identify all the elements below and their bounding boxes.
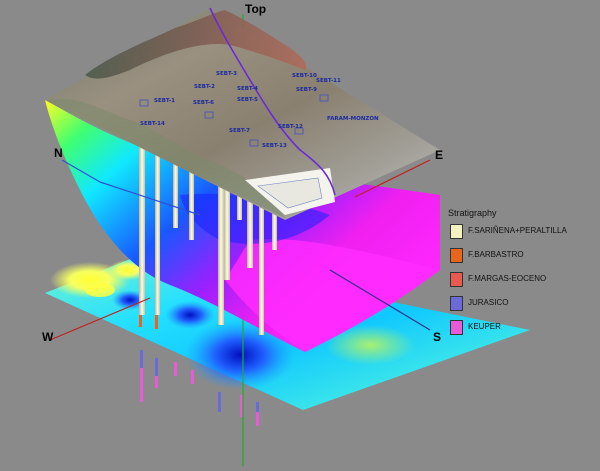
- well-label: SEBT-11: [316, 78, 341, 84]
- direction-top-label: Top: [245, 2, 267, 16]
- legend-item: F.SARIÑENA+PERALTILLA: [448, 224, 588, 248]
- well-label: SEBT-5: [237, 97, 258, 103]
- well-label: SEBT-7: [229, 128, 250, 134]
- legend-item: F.MARGAS-EOCENO: [448, 272, 588, 296]
- legend-label: KEUPER: [468, 322, 501, 331]
- well-label: SEBT-13: [262, 143, 287, 149]
- legend-title: Stratigraphy: [448, 208, 497, 218]
- direction-north-label: N: [54, 146, 63, 160]
- direction-south-label: S: [433, 330, 442, 344]
- legend-swatch: [450, 224, 463, 239]
- stratigraphy-legend: Stratigraphy F.SARIÑENA+PERALTILLA F.BAR…: [448, 208, 588, 344]
- direction-west-label: W: [42, 330, 54, 344]
- well-label: SEBT-6: [193, 100, 214, 106]
- well-label: SEBT-3: [216, 71, 237, 77]
- direction-east-label: E: [435, 148, 444, 162]
- geological-3d-model: SEBT-2 SEBT-10 SEBT-3 SEBT-4 SEBT-1 SEBT…: [0, 0, 600, 466]
- legend-label: JURASICO: [468, 298, 509, 307]
- legend-label: F.BARBASTRO: [468, 250, 524, 259]
- well-label: SEBT-4: [237, 86, 258, 92]
- legend-swatch: [450, 320, 463, 335]
- legend-item: F.BARBASTRO: [448, 248, 588, 272]
- legend-swatch: [450, 296, 463, 311]
- well-label: SEBT-10: [292, 73, 317, 79]
- fault-label: FARAM-MONZON: [327, 116, 379, 122]
- well-label: SEBT-2: [194, 84, 215, 90]
- legend-item: KEUPER: [448, 320, 588, 344]
- well-label: SEBT-12: [278, 124, 303, 130]
- legend-label: F.SARIÑENA+PERALTILLA: [468, 226, 567, 235]
- well-label: SEBT-14: [140, 121, 165, 127]
- legend-label: F.MARGAS-EOCENO: [468, 274, 547, 283]
- legend-swatch: [450, 272, 463, 287]
- legend-swatch: [450, 248, 463, 263]
- well-label: SEBT-9: [296, 87, 317, 93]
- well-label: SEBT-1: [154, 98, 175, 104]
- legend-item: JURASICO: [448, 296, 588, 320]
